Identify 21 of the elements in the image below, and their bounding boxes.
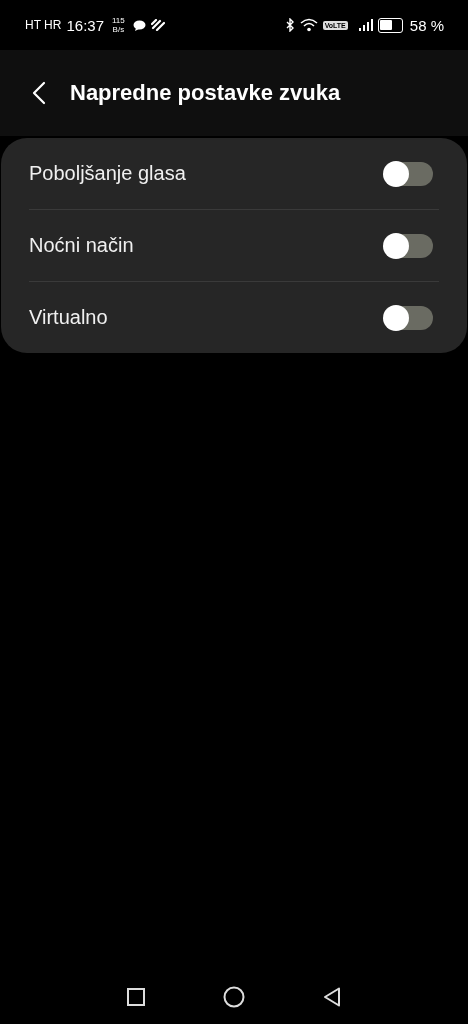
toggle-switch[interactable] bbox=[385, 305, 433, 330]
battery-icon bbox=[377, 17, 403, 33]
home-icon[interactable] bbox=[223, 986, 245, 1008]
chat-bubble-icon bbox=[132, 19, 146, 31]
signal-icon bbox=[358, 19, 373, 31]
recents-icon[interactable] bbox=[127, 988, 145, 1006]
back-icon[interactable] bbox=[32, 81, 46, 105]
carrier-text: HT HR bbox=[25, 18, 62, 32]
toggle-switch[interactable] bbox=[385, 233, 433, 258]
screen-title: Napredne postavke zvuka bbox=[70, 80, 341, 106]
speed-value: 115 bbox=[112, 16, 125, 25]
setting-label: Poboljšanje glasa bbox=[29, 162, 186, 185]
bluetooth-icon bbox=[284, 18, 295, 32]
toggle-switch[interactable] bbox=[385, 161, 433, 186]
speed-unit: B/s bbox=[112, 25, 125, 34]
wifi-icon bbox=[299, 18, 318, 32]
setting-label: Virtualno bbox=[29, 306, 108, 329]
clock-text: 16:37 bbox=[66, 16, 104, 34]
battery-percentage: 58 % bbox=[409, 16, 444, 34]
setting-label: Noćni način bbox=[29, 234, 134, 257]
back-triangle-icon[interactable] bbox=[323, 987, 341, 1007]
